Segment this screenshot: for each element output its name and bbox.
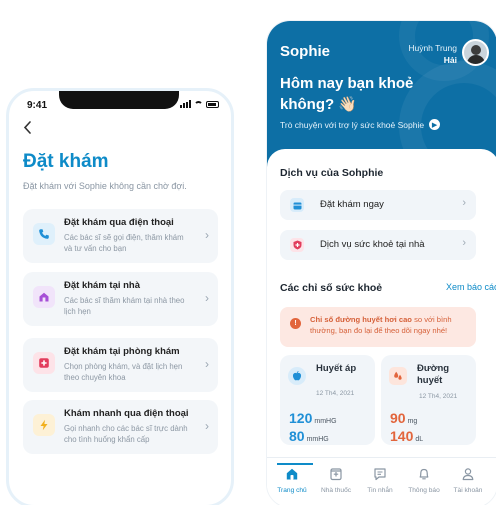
option-description: Các bác sĩ sẽ gọi điện, thăm khám và tư … xyxy=(64,233,184,253)
chevron-right-icon: › xyxy=(205,419,209,433)
metric-date: 12 Th4, 2021 xyxy=(419,393,458,400)
value-unit: mmHG xyxy=(306,436,329,443)
metrics-title: Các chỉ số sức khoẻ xyxy=(280,282,383,294)
tab-label: Tài khoản xyxy=(453,487,483,494)
alert-icon: ! xyxy=(290,318,301,329)
chat-assistant-link[interactable]: Trò chuyện với trợ lý sức khoẻ Sophie ▶ xyxy=(280,119,441,130)
wifi-icon xyxy=(194,101,203,108)
view-report-link[interactable]: Xem báo cáo xyxy=(446,282,496,292)
glucose-alert: ! Chỉ số đường huyết hơi cao so với bình… xyxy=(280,307,476,347)
value-unit: dL xyxy=(415,436,424,443)
option-description: Chọn phòng khám, và đặt lịch hẹn theo ch… xyxy=(64,362,183,382)
option-title: Khám nhanh qua điện thoại xyxy=(64,408,189,419)
user-last-name: Hải xyxy=(443,55,457,65)
phone-notch xyxy=(59,91,179,109)
bottom-tab-bar: Trang chủ Nhà thuốc Tin nhắn Thông báo T… xyxy=(267,457,496,505)
tab-home[interactable]: Trang chủ xyxy=(269,463,315,494)
value-number: 90 xyxy=(390,410,406,426)
chevron-right-icon: › xyxy=(205,228,209,242)
tab-notifications[interactable]: Thông báo xyxy=(401,464,447,494)
phone-icon xyxy=(33,223,55,245)
option-clinic-booking[interactable]: Đặt khám tại phòng khám Chọn phòng khám,… xyxy=(23,338,218,392)
service-home-care[interactable]: Dịch vụ sức khoẻ tại nhà › xyxy=(280,230,476,260)
value-number: 140 xyxy=(390,428,414,444)
tab-label: Nhà thuốc xyxy=(320,487,352,494)
option-quick-call[interactable]: Khám nhanh qua điện thoại Gọi nhanh cho … xyxy=(23,400,218,454)
metric-date: 12 Th4, 2021 xyxy=(316,390,355,397)
metric-blood-pressure[interactable]: Huyết áp 12 Th4, 2021 120 mmHG 80 mmHG xyxy=(280,355,375,445)
user-first-name: Huỳnh Trung xyxy=(408,43,457,53)
blood-drop-icon xyxy=(389,367,407,385)
chevron-right-icon: › xyxy=(205,291,209,305)
battery-icon xyxy=(206,101,219,108)
option-title: Đặt khám qua điện thoại xyxy=(64,217,174,228)
tab-label: Thông báo xyxy=(408,487,440,494)
tab-label: Trang chủ xyxy=(277,487,307,494)
chevron-left-icon xyxy=(23,121,31,134)
metric-name: Huyết áp xyxy=(316,363,357,374)
value-unit: mg xyxy=(407,418,418,425)
tab-label: Tin nhắn xyxy=(367,487,393,494)
status-bar: 9:41 xyxy=(9,91,231,117)
metric-value-1: 90 mg xyxy=(390,410,417,430)
option-phone-booking[interactable]: Đặt khám qua điện thoại Các bác sĩ sẽ gọ… xyxy=(23,209,218,263)
service-label: Dịch vụ sức khoẻ tại nhà xyxy=(320,239,425,250)
option-title: Đặt khám tại phòng khám xyxy=(64,346,180,357)
option-title: Đặt khám tại nhà xyxy=(64,280,141,291)
signal-icon xyxy=(180,100,191,108)
option-description: Các bác sĩ thăm khám tại nhà theo lịch h… xyxy=(64,296,185,316)
metric-value-2: 80 mmHG xyxy=(289,428,329,448)
service-book-now[interactable]: Đặt khám ngay › xyxy=(280,190,476,220)
back-button[interactable] xyxy=(23,121,32,137)
metric-value-1: 120 mmHG xyxy=(289,410,337,430)
status-time: 9:41 xyxy=(27,100,48,111)
tab-pharmacy[interactable]: Nhà thuốc xyxy=(313,464,359,494)
arrow-right-icon: ▶ xyxy=(429,119,441,130)
chat-link-label: Trò chuyện với trợ lý sức khoẻ Sophie xyxy=(280,119,425,130)
shield-plus-icon xyxy=(290,238,304,252)
value-number: 80 xyxy=(289,428,305,444)
services-title: Dịch vụ của Sohphie xyxy=(280,167,384,179)
page-title: Đặt khám xyxy=(23,151,109,172)
metric-name: Đường huyết xyxy=(417,363,450,386)
booking-screen: 9:41 Đặt khám Đặt khám với Sophie không … xyxy=(6,88,234,505)
option-description: Gọi nhanh cho các bác sĩ trực dành cho t… xyxy=(64,424,188,444)
option-home-visit[interactable]: Đặt khám tại nhà Các bác sĩ thăm khám tạ… xyxy=(23,272,218,326)
page-subtitle: Đặt khám với Sophie không cần chờ đợi. xyxy=(23,181,187,191)
tab-messages[interactable]: Tin nhắn xyxy=(357,464,403,494)
metric-blood-glucose[interactable]: Đường huyết 12 Th4, 2021 90 mg 140 dL xyxy=(381,355,476,445)
home-screen: Sophie Huỳnh Trung Hải Hôm nay bạn khoẻ … xyxy=(266,20,496,505)
calendar-icon xyxy=(290,198,304,212)
chevron-right-icon: › xyxy=(205,357,209,371)
active-tab-indicator xyxy=(277,463,313,465)
alert-text: Chỉ số đường huyết hơi cao so với bình t… xyxy=(310,314,470,336)
chevron-right-icon: › xyxy=(462,237,466,249)
home-icon xyxy=(33,286,55,308)
content-sheet: Dịch vụ của Sohphie Đặt khám ngay › Dịch… xyxy=(267,149,496,505)
value-unit: mmHG xyxy=(314,418,337,425)
brand-logo: Sophie xyxy=(280,43,331,60)
avatar[interactable] xyxy=(462,39,489,66)
tab-account[interactable]: Tài khoản xyxy=(445,464,491,494)
chevron-right-icon: › xyxy=(462,197,466,209)
lightning-icon xyxy=(33,414,55,436)
user-name[interactable]: Huỳnh Trung Hải xyxy=(408,42,457,66)
bell-icon xyxy=(401,464,447,484)
apple-icon xyxy=(288,367,306,385)
alert-bold-text: Chỉ số đường huyết hơi cao xyxy=(310,315,412,324)
chat-icon xyxy=(357,464,403,484)
clinic-icon xyxy=(33,352,55,374)
service-label: Đặt khám ngay xyxy=(320,199,384,210)
system-icons xyxy=(180,100,219,108)
pharmacy-icon xyxy=(313,464,359,484)
value-number: 120 xyxy=(289,410,313,426)
user-icon xyxy=(445,464,491,484)
metric-value-2: 140 dL xyxy=(390,428,423,448)
home-icon xyxy=(269,464,315,484)
greeting-text: Hôm nay bạn khoẻ không? 👋🏻 xyxy=(280,75,414,113)
